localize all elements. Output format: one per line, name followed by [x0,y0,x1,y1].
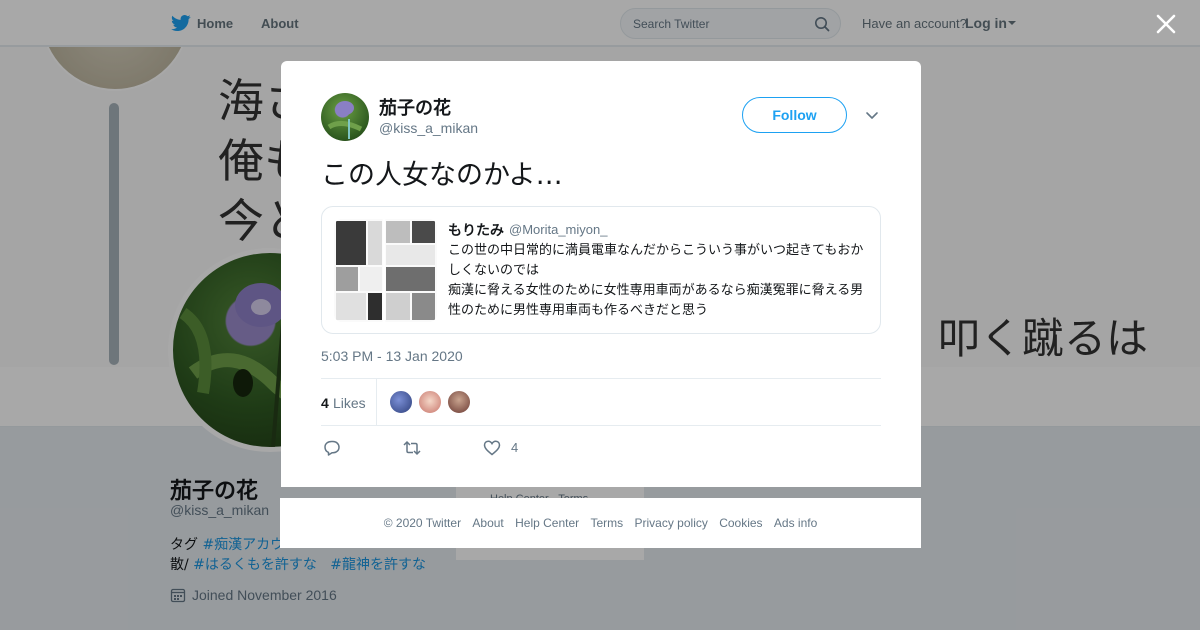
author-handle[interactable]: @kiss_a_mikan [379,120,478,136]
stats-divider [376,379,377,425]
like-action-count[interactable]: 4 [511,440,518,455]
footer-link-about[interactable]: About [472,516,503,530]
footer-link-help-center[interactable]: Help Center [515,516,579,530]
quoted-author-name: もりたみ [448,223,504,239]
footer-copyright: © 2020 Twitter [383,516,462,530]
manga-thumbnail [334,219,437,322]
tweet-text: この人女なのかよ… [321,160,563,191]
chevron-down-icon[interactable] [864,107,880,123]
quoted-tweet-image[interactable] [334,219,437,322]
liker-avatar[interactable] [418,390,442,414]
heart-icon[interactable] [483,439,501,457]
footer-link-cookies[interactable]: Cookies [719,516,762,530]
footer-links: © 2020 Twitter About Help Center Terms P… [280,516,921,530]
footer-link-privacy[interactable]: Privacy policy [635,516,708,530]
author-avatar[interactable] [321,93,369,141]
likes-count[interactable]: 4 [321,395,329,411]
author-name[interactable]: 茄子の花 [379,94,451,120]
retweet-icon[interactable] [403,439,421,457]
footer-link-terms[interactable]: Terms [590,516,623,530]
quoted-tweet-card[interactable]: もりたみ @Morita_miyon_ この世の中日常的に満員電車なんだからこう… [321,206,881,334]
follow-button[interactable]: Follow [742,97,847,133]
flower-photo [327,101,363,139]
tweet-modal: 茄子の花 @kiss_a_mikan Follow この人女なのかよ… もりたみ… [281,61,921,487]
close-icon[interactable] [1152,10,1180,38]
reply-icon[interactable] [323,439,341,457]
quoted-author-handle: @Morita_miyon_ [509,222,608,237]
quoted-tweet-text: この世の中日常的に満員電車なんだからこういう事がいつ起きてもおかしくないのでは … [448,241,872,321]
liker-avatar[interactable] [389,390,413,414]
quoted-tweet-body: この世の中日常的に満員電車なんだからこういう事がいつ起きてもおかしくないのでは … [448,243,864,318]
likes-label[interactable]: Likes [333,395,366,411]
liker-avatar[interactable] [447,390,471,414]
footer-link-ads-info[interactable]: Ads info [774,516,817,530]
modal-footer: © 2020 Twitter About Help Center Terms P… [280,498,921,548]
tweet-stats: 4 Likes [321,378,881,426]
tweet-timestamp[interactable]: 5:03 PM - 13 Jan 2020 [321,348,463,364]
